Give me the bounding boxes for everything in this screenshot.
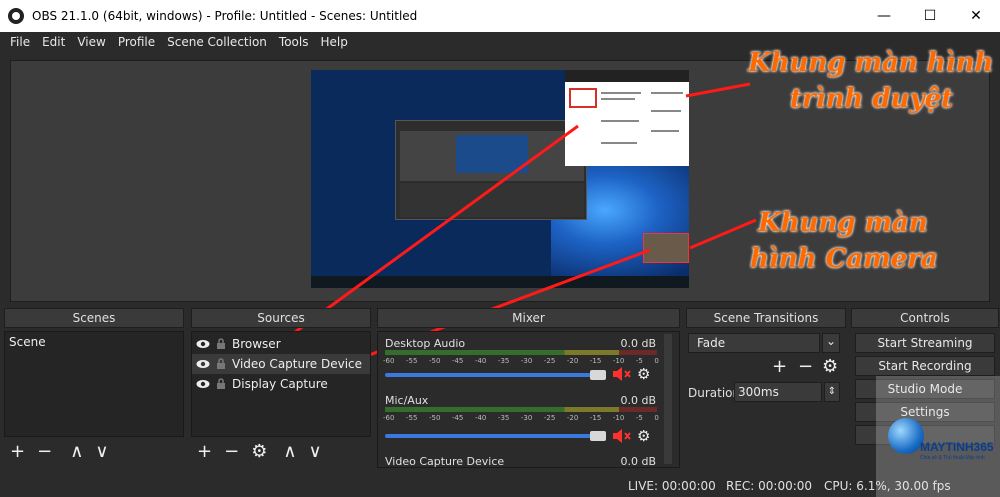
arrow-browser-label (685, 82, 751, 98)
tick: -15 (589, 414, 602, 422)
sources-toolbar: + − ⚙ ∧ ∨ (191, 439, 371, 465)
watermark-logo: MAYTINH365 Chia sẻ & Thủ thuật Máy tính (876, 376, 1000, 497)
tick: -50 (428, 414, 441, 422)
volume-slider-handle[interactable] (590, 370, 606, 380)
volume-meter (385, 407, 657, 412)
volume-slider[interactable] (385, 373, 595, 377)
annotation-browser-line1: Khung màn hình (748, 48, 994, 78)
move-source-down-icon[interactable]: ∨ (309, 443, 322, 461)
tick: -5 (635, 357, 643, 365)
mute-speaker-icon[interactable] (612, 428, 632, 444)
tick: -50 (428, 357, 441, 365)
remove-source-icon[interactable]: − (224, 443, 239, 461)
tick: -10 (612, 357, 625, 365)
tick: -10 (612, 414, 625, 422)
source-label-display-capture: Display Capture (232, 377, 328, 391)
add-scene-icon[interactable]: + (10, 443, 25, 461)
duration-input[interactable]: 300ms (734, 382, 822, 402)
tick: -55 (405, 357, 418, 365)
visibility-eye-icon[interactable] (196, 357, 210, 371)
tick: -40 (474, 414, 487, 422)
volume-slider-handle[interactable] (590, 431, 606, 441)
channel-gear-icon[interactable]: ⚙ (637, 365, 650, 383)
duration-spin-icon[interactable]: ⇕ (824, 382, 840, 402)
remove-transition-icon[interactable]: − (798, 358, 813, 376)
scenes-title: Scenes (4, 308, 184, 328)
mixer-channel-db: 0.0 dB (620, 337, 656, 350)
remove-scene-icon[interactable]: − (37, 443, 52, 461)
sources-list[interactable]: Browser Video Capture Device Display Cap… (191, 331, 371, 437)
tick: -60 (383, 357, 395, 365)
channel-gear-icon[interactable]: ⚙ (637, 427, 650, 445)
tick: -35 (497, 414, 510, 422)
mixer-channel-db: 0.0 dB (620, 455, 656, 468)
transition-dropdown-icon[interactable]: ⌄ (822, 333, 840, 353)
tick: -30 (520, 414, 533, 422)
tick: -25 (543, 357, 556, 365)
controls-title: Controls (851, 308, 999, 328)
move-source-up-icon[interactable]: ∧ (283, 443, 296, 461)
tick: -45 (451, 357, 464, 365)
meter-scale: -60 -55 -50 -45 -40 -35 -30 -25 -20 -15 -10 -5 0 (383, 414, 659, 422)
meter-scale: -60 -55 -50 -45 -40 -35 -30 -25 -20 -15 -10 -5 0 (383, 357, 659, 365)
start-recording-button[interactable]: Start Recording (855, 356, 995, 376)
source-label-video-capture: Video Capture Device (232, 357, 363, 371)
mixer-channel-name: Video Capture Device (385, 455, 505, 468)
source-label-browser: Browser (232, 337, 281, 351)
source-item-video-capture[interactable]: Video Capture Device (192, 354, 370, 374)
mixer-title: Mixer (377, 308, 680, 328)
scenes-list[interactable]: Scene (4, 331, 184, 437)
tick: -5 (635, 414, 643, 422)
scene-transitions-title: Scene Transitions (686, 308, 846, 328)
mixer-scrollbar[interactable] (664, 334, 672, 464)
lock-icon[interactable] (216, 378, 226, 390)
annotation-camera-line2: hình Camera (750, 244, 938, 274)
mixer-channel-name: Mic/Aux (385, 394, 429, 407)
maytinh365-logo-icon (888, 418, 924, 454)
rec-status: REC: 00:00:00 (726, 479, 813, 493)
tick: -60 (383, 414, 395, 422)
add-transition-icon[interactable]: + (772, 358, 787, 376)
add-source-icon[interactable]: + (197, 443, 212, 461)
logo-tagline: Chia sẻ & Thủ thuật Máy tính (920, 455, 985, 461)
mute-speaker-icon[interactable] (612, 366, 632, 382)
annotation-browser-line2: trình duyệt (790, 84, 954, 114)
logo-name: MAYTINH365 (920, 440, 994, 454)
visibility-eye-icon[interactable] (196, 377, 210, 391)
tick: 0 (654, 357, 659, 365)
transition-select[interactable]: Fade (688, 333, 820, 353)
move-scene-up-icon[interactable]: ∧ (70, 443, 83, 461)
scene-item[interactable]: Scene (5, 332, 183, 352)
tick: -45 (451, 414, 464, 422)
tick: -20 (566, 414, 579, 422)
transition-properties-gear-icon[interactable]: ⚙ (822, 358, 838, 376)
tick: 0 (654, 414, 659, 422)
tick: -35 (497, 357, 510, 365)
source-properties-gear-icon[interactable]: ⚙ (251, 443, 267, 461)
mixer-channel-name: Desktop Audio (385, 337, 466, 350)
mixer-channel-db: 0.0 dB (620, 394, 656, 407)
tick: -25 (543, 414, 556, 422)
source-item-browser[interactable]: Browser (192, 334, 370, 354)
annotation-camera-line1: Khung màn (758, 208, 928, 238)
tick: -30 (520, 357, 533, 365)
tick: -55 (405, 414, 418, 422)
visibility-eye-icon[interactable] (196, 337, 210, 351)
duration-label: Duration (688, 386, 741, 400)
tick: -20 (566, 357, 579, 365)
start-streaming-button[interactable]: Start Streaming (855, 333, 995, 353)
scenes-toolbar: + − ∧ ∨ (4, 439, 184, 465)
tick: -40 (474, 357, 487, 365)
arrow-camera-label (689, 218, 757, 250)
sources-title: Sources (191, 308, 371, 328)
tick: -15 (589, 357, 602, 365)
volume-slider[interactable] (385, 434, 595, 438)
move-scene-down-icon[interactable]: ∨ (95, 443, 108, 461)
volume-meter (385, 350, 657, 355)
live-status: LIVE: 00:00:00 (628, 479, 716, 493)
source-item-display-capture[interactable]: Display Capture (192, 374, 370, 394)
lock-icon[interactable] (216, 338, 226, 350)
lock-icon[interactable] (216, 358, 226, 370)
